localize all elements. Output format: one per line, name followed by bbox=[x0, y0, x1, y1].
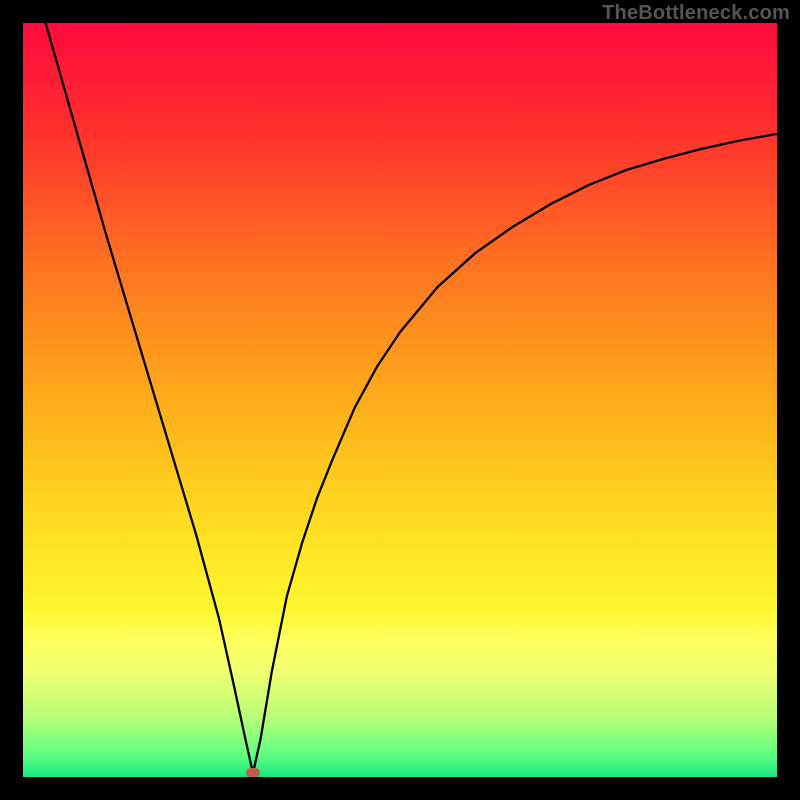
chart-frame: TheBottleneck.com bbox=[0, 0, 800, 800]
curve-line bbox=[23, 23, 777, 777]
plot-area bbox=[23, 23, 777, 777]
minimum-marker bbox=[246, 768, 260, 777]
watermark-text: TheBottleneck.com bbox=[602, 2, 790, 25]
